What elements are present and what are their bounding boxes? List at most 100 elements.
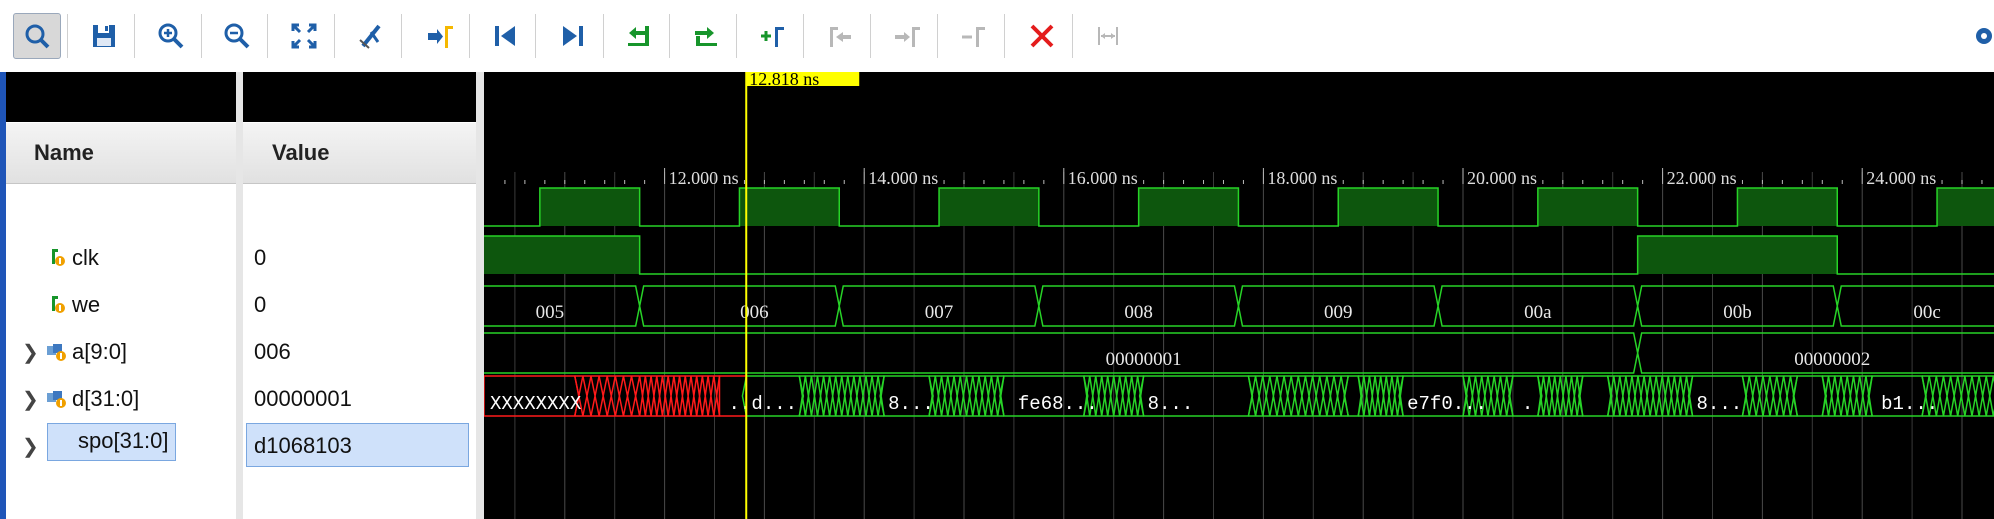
toolbar-separator xyxy=(134,14,135,58)
ruler-tick-label: 12.000 ns xyxy=(669,168,739,188)
search-icon xyxy=(25,24,50,49)
ruler-tick-label: 14.000 ns xyxy=(868,168,938,188)
spo-bus-wave xyxy=(1792,375,1828,417)
a-bus-value: 005 xyxy=(536,302,565,323)
delete-marker-button[interactable] xyxy=(950,13,998,59)
name-column-spacer xyxy=(6,72,236,122)
name-header-label: Name xyxy=(34,140,94,165)
delete-all-markers-icon xyxy=(1030,24,1054,48)
previous-transition-icon xyxy=(628,26,649,46)
a-bus-value: 006 xyxy=(740,302,769,323)
bit-signal-icon xyxy=(46,247,68,269)
settings-button[interactable] xyxy=(1962,13,1994,59)
toolbar-separator xyxy=(669,14,670,58)
zoom-fit-button[interactable] xyxy=(280,13,328,59)
clk-high-fill xyxy=(739,188,840,226)
spo-glitch-green xyxy=(1537,375,1584,417)
signal-value-row[interactable]: 00000001 xyxy=(243,375,476,422)
a-bus-wave xyxy=(484,285,1994,327)
toolbar-separator xyxy=(736,14,737,58)
spo-bus-value: d... xyxy=(751,393,797,415)
spo-bus-wave xyxy=(1577,375,1613,417)
column-splitter[interactable] xyxy=(236,72,243,519)
a-bus-value: 009 xyxy=(1324,302,1353,323)
bit-signal-icon xyxy=(46,294,68,316)
spo-glitch-green xyxy=(1606,375,1694,417)
previous-transition-button[interactable] xyxy=(615,13,663,59)
signal-row[interactable]: we xyxy=(6,281,236,328)
signal-value-row[interactable]: d1068103 xyxy=(243,422,476,469)
signal-value-row[interactable]: 006 xyxy=(243,328,476,375)
signal-value: d1068103 xyxy=(254,433,352,458)
signal-name: d[31:0] xyxy=(72,386,140,411)
signal-name: spo[31:0] xyxy=(47,423,176,461)
save-icon xyxy=(93,25,115,47)
next-transition-icon xyxy=(695,27,717,46)
bus-signal-icon xyxy=(46,388,68,410)
gear-icon xyxy=(1976,28,1992,44)
value-column-header[interactable]: Value xyxy=(243,123,476,184)
go-to-start-icon xyxy=(495,26,515,46)
expand-chevron-icon[interactable]: ❯ xyxy=(22,434,39,459)
toolbar-separator xyxy=(603,14,604,58)
add-marker-button[interactable] xyxy=(749,13,797,59)
clk-high-fill xyxy=(539,188,640,226)
expand-chevron-icon[interactable]: ❯ xyxy=(22,340,39,365)
toolbar-separator xyxy=(401,14,402,58)
zoom-out-icon xyxy=(224,23,250,49)
zoom-out-button[interactable] xyxy=(213,13,261,59)
go-to-start-button[interactable] xyxy=(481,13,529,59)
signal-row[interactable]: clk xyxy=(6,234,236,281)
waveform-splitter[interactable] xyxy=(476,72,484,519)
swap-cursors-button[interactable] xyxy=(1084,13,1132,59)
spo-bus-value: 8... xyxy=(1148,393,1194,415)
expand-chevron-icon[interactable]: ❯ xyxy=(22,387,39,412)
signal-value-row[interactable]: 0 xyxy=(243,234,476,281)
search-button[interactable] xyxy=(13,13,61,59)
previous-marker-button[interactable] xyxy=(816,13,864,59)
clk-high-fill xyxy=(1937,188,1994,226)
clk-high-fill xyxy=(1338,188,1439,226)
clk-high-fill xyxy=(1537,188,1638,226)
a-bus-value: 00c xyxy=(1913,302,1940,323)
signal-row[interactable]: ❯ a[9:0] xyxy=(6,328,236,375)
a-bus-value: 008 xyxy=(1124,302,1153,323)
a-bus-value: 00a xyxy=(1524,302,1552,323)
zoom-fit-icon xyxy=(291,23,317,49)
go-to-end-button[interactable] xyxy=(549,13,597,59)
zoom-in-icon xyxy=(158,23,184,49)
next-marker-button[interactable] xyxy=(883,13,931,59)
signal-name: a[9:0] xyxy=(72,339,128,364)
signal-value-row[interactable]: 0 xyxy=(243,281,476,328)
spo-glitch-green xyxy=(1741,375,1799,417)
spo-bus-value: b1... xyxy=(1881,393,1938,415)
spo-bus-value: fe68... xyxy=(1018,393,1098,415)
zoom-in-button[interactable] xyxy=(147,13,195,59)
next-transition-button[interactable] xyxy=(682,13,730,59)
save-button[interactable] xyxy=(80,13,128,59)
go-to-cursor-button[interactable] xyxy=(415,13,463,59)
signal-value: 006 xyxy=(254,339,291,364)
waveform-canvas[interactable]: 12.000 ns 14.000 ns 16.000 ns 18.000 ns 20.0… xyxy=(484,72,1994,519)
zoom-to-cursor-button[interactable] xyxy=(347,13,395,59)
signal-value: 0 xyxy=(254,292,267,317)
delete-all-markers-button[interactable] xyxy=(1018,13,1066,59)
signal-name: clk xyxy=(72,245,99,270)
name-column-header[interactable]: Name xyxy=(6,123,236,184)
next-marker-icon xyxy=(895,27,920,47)
go-to-cursor-icon xyxy=(428,26,453,48)
spo-glitch-green xyxy=(1357,375,1404,417)
signal-row[interactable]: ❯ spo[31:0] xyxy=(6,422,236,469)
signal-row[interactable]: ❯ d[31:0] xyxy=(6,375,236,422)
d-bus-wave xyxy=(484,332,1994,374)
signal-name: we xyxy=(72,292,101,317)
toolbar-separator xyxy=(267,14,268,58)
swap-cursors-icon xyxy=(1098,27,1118,45)
ruler-tick-label: 20.000 ns xyxy=(1467,168,1537,188)
toolbar-separator xyxy=(1004,14,1005,58)
signal-value: 0 xyxy=(254,245,267,270)
spo-bus-value: 8... xyxy=(888,393,934,415)
toolbar-separator xyxy=(535,14,536,58)
spo-bus-value: e7f0... xyxy=(1407,393,1487,415)
waveform-area[interactable]: 12.000 ns 14.000 ns 16.000 ns 18.000 ns 20.0… xyxy=(484,72,1994,519)
